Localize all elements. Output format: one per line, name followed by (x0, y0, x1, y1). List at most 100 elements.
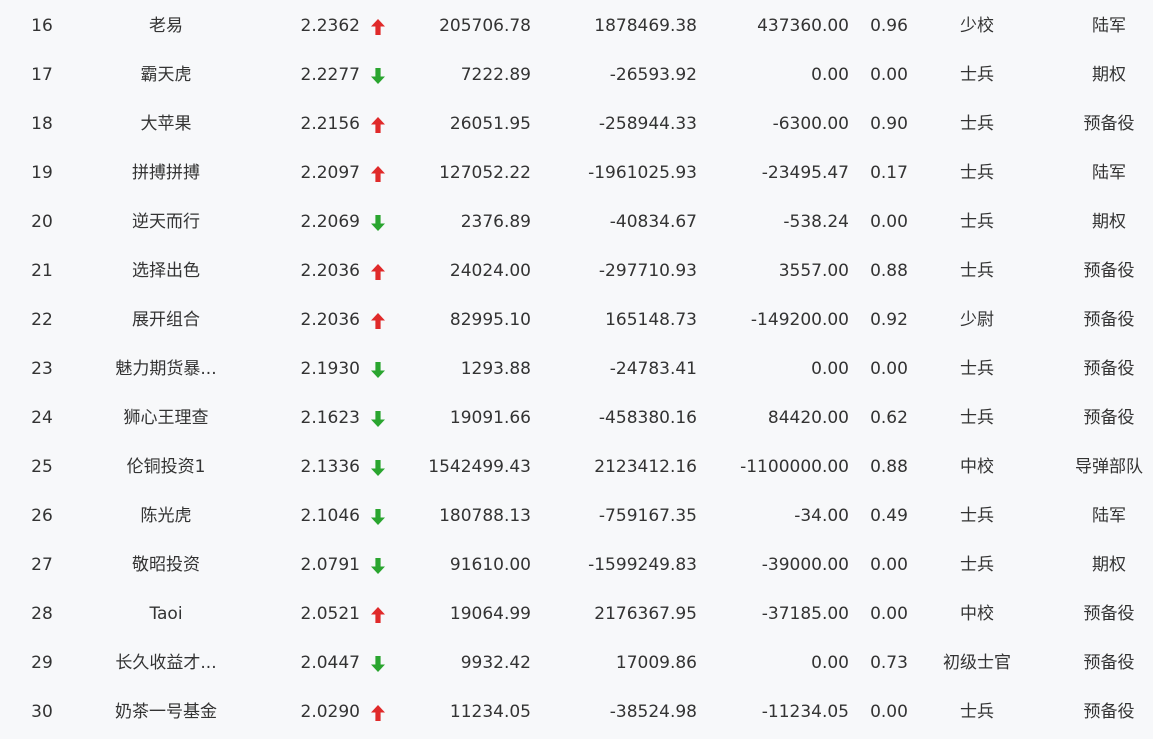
group-cell: 陆军 (1092, 506, 1126, 526)
table-row[interactable]: 16 老易 2.2362 205706.78 1878469.38 437360.00 0.… (0, 2, 1153, 51)
value1-cell: 205706.78 (439, 16, 531, 36)
rank-cell: 24 (31, 408, 53, 428)
value3-cell: -149200.00 (750, 310, 849, 330)
group-cell: 期权 (1092, 65, 1126, 85)
rank-cell: 28 (31, 604, 53, 624)
group-cell: 导弹部队 (1075, 457, 1143, 477)
value2-cell: -40834.67 (609, 212, 697, 232)
group-cell: 陆军 (1092, 16, 1126, 36)
name-cell: Taoi (149, 604, 183, 624)
ratio-cell: 0.00 (870, 555, 908, 575)
value1-cell: 1293.88 (460, 359, 531, 379)
rank-cell: 16 (31, 16, 53, 36)
arrow-up-icon (368, 100, 388, 149)
rank-cell: 27 (31, 555, 53, 575)
table-row[interactable]: 18 大苹果 2.2156 26051.95 -258944.33 -6300.00 0.9… (0, 100, 1153, 149)
arrow-down-icon (368, 394, 388, 443)
arrow-down-icon (368, 51, 388, 100)
name-cell: 狮心王理查 (123, 408, 209, 428)
value3-cell: -11234.05 (761, 702, 849, 722)
rank-cell: 23 (31, 359, 53, 379)
value1-cell: 127052.22 (439, 163, 531, 183)
value2-cell: 17009.86 (615, 653, 697, 673)
table-row[interactable]: 30 奶茶一号基金 2.0290 11234.05 -38524.98 -11234.05… (0, 688, 1153, 737)
group-cell: 陆军 (1092, 163, 1126, 183)
value1-cell: 26051.95 (449, 114, 531, 134)
table-row[interactable]: 17 霸天虎 2.2277 7222.89 -26593.92 0.00 0.00 士兵 期权 (0, 51, 1153, 100)
name-cell: 魅力期货暴... (115, 359, 217, 379)
value2-cell: -258944.33 (598, 114, 697, 134)
nav-cell: 2.0791 (300, 555, 360, 575)
nav-cell: 2.1336 (300, 457, 360, 477)
ratio-cell: 0.00 (870, 212, 908, 232)
table-row[interactable]: 28 Taoi 2.0521 19064.99 2176367.95 -37185.00 0… (0, 590, 1153, 639)
name-cell: 展开组合 (132, 310, 200, 330)
ratio-cell: 0.92 (870, 310, 908, 330)
rank-cell: 22 (31, 310, 53, 330)
value1-cell: 91610.00 (449, 555, 531, 575)
table-row[interactable]: 27 敬昭投资 2.0791 91610.00 -1599249.83 -39000.00… (0, 541, 1153, 590)
arrow-up-icon (368, 296, 388, 345)
name-cell: 老易 (149, 16, 183, 36)
table-row[interactable]: 26 陈光虎 2.1046 180788.13 -759167.35 -34.00 0.49… (0, 492, 1153, 541)
value3-cell: -37185.00 (761, 604, 849, 624)
table-row[interactable]: 23 魅力期货暴... 2.1930 1293.88 -24783.41 0.00 0.00… (0, 345, 1153, 394)
value3-cell: 0.00 (811, 65, 849, 85)
value3-cell: -1100000.00 (740, 457, 849, 477)
ratio-cell: 0.17 (870, 163, 908, 183)
value3-cell: 437360.00 (757, 16, 849, 36)
value2-cell: -1961025.93 (588, 163, 697, 183)
table-row[interactable]: 22 展开组合 2.2036 82995.10 165148.73 -149200.00 0… (0, 296, 1153, 345)
value3-cell: -34.00 (794, 506, 849, 526)
nav-cell: 2.2069 (300, 212, 360, 232)
value1-cell: 19091.66 (449, 408, 531, 428)
group-cell: 预备役 (1083, 310, 1135, 330)
group-cell: 期权 (1092, 212, 1126, 232)
group-cell: 预备役 (1083, 114, 1135, 134)
nav-cell: 2.2036 (300, 310, 360, 330)
nav-cell: 2.2036 (300, 261, 360, 281)
table-row[interactable]: 20 逆天而行 2.2069 2376.89 -40834.67 -538.24 0.00 士… (0, 198, 1153, 247)
level-cell: 士兵 (960, 506, 994, 526)
ratio-cell: 0.00 (870, 702, 908, 722)
nav-cell: 2.2097 (300, 163, 360, 183)
table-row[interactable]: 21 选择出色 2.2036 24024.00 -297710.93 3557.00 0.8… (0, 247, 1153, 296)
name-cell: 大苹果 (140, 114, 192, 134)
ratio-cell: 0.96 (870, 16, 908, 36)
value3-cell: 84420.00 (767, 408, 849, 428)
arrow-up-icon (368, 688, 388, 737)
name-cell: 拼搏拼搏 (132, 163, 200, 183)
rank-cell: 19 (31, 163, 53, 183)
rank-cell: 21 (31, 261, 53, 281)
table-row[interactable]: 25 伦铜投资1 2.1336 1542499.43 2123412.16 -110000… (0, 443, 1153, 492)
rank-cell: 20 (31, 212, 53, 232)
rank-cell: 26 (31, 506, 53, 526)
rank-cell: 17 (31, 65, 53, 85)
level-cell: 士兵 (960, 114, 994, 134)
level-cell: 初级士官 (943, 653, 1011, 673)
nav-cell: 2.0521 (300, 604, 360, 624)
value3-cell: 3557.00 (778, 261, 849, 281)
ratio-cell: 0.49 (870, 506, 908, 526)
ratio-cell: 0.00 (870, 359, 908, 379)
table-row[interactable]: 24 狮心王理查 2.1623 19091.66 -458380.16 84420.00 0… (0, 394, 1153, 443)
rank-cell: 25 (31, 457, 53, 477)
value2-cell: -24783.41 (609, 359, 697, 379)
value1-cell: 19064.99 (449, 604, 531, 624)
value3-cell: -6300.00 (772, 114, 849, 134)
nav-cell: 2.2156 (300, 114, 360, 134)
table-row[interactable]: 19 拼搏拼搏 2.2097 127052.22 -1961025.93 -23495.4… (0, 149, 1153, 198)
level-cell: 士兵 (960, 261, 994, 281)
table-row[interactable]: 29 长久收益才... 2.0447 9932.42 17009.86 0.00 0.73 初… (0, 639, 1153, 688)
arrow-up-icon (368, 149, 388, 198)
value1-cell: 82995.10 (449, 310, 531, 330)
group-cell: 预备役 (1083, 702, 1135, 722)
level-cell: 中校 (960, 457, 994, 477)
level-cell: 士兵 (960, 702, 994, 722)
nav-cell: 2.1930 (300, 359, 360, 379)
value1-cell: 1542499.43 (428, 457, 531, 477)
nav-cell: 2.0290 (300, 702, 360, 722)
level-cell: 士兵 (960, 555, 994, 575)
nav-cell: 2.2362 (300, 16, 360, 36)
group-cell: 预备役 (1083, 408, 1135, 428)
